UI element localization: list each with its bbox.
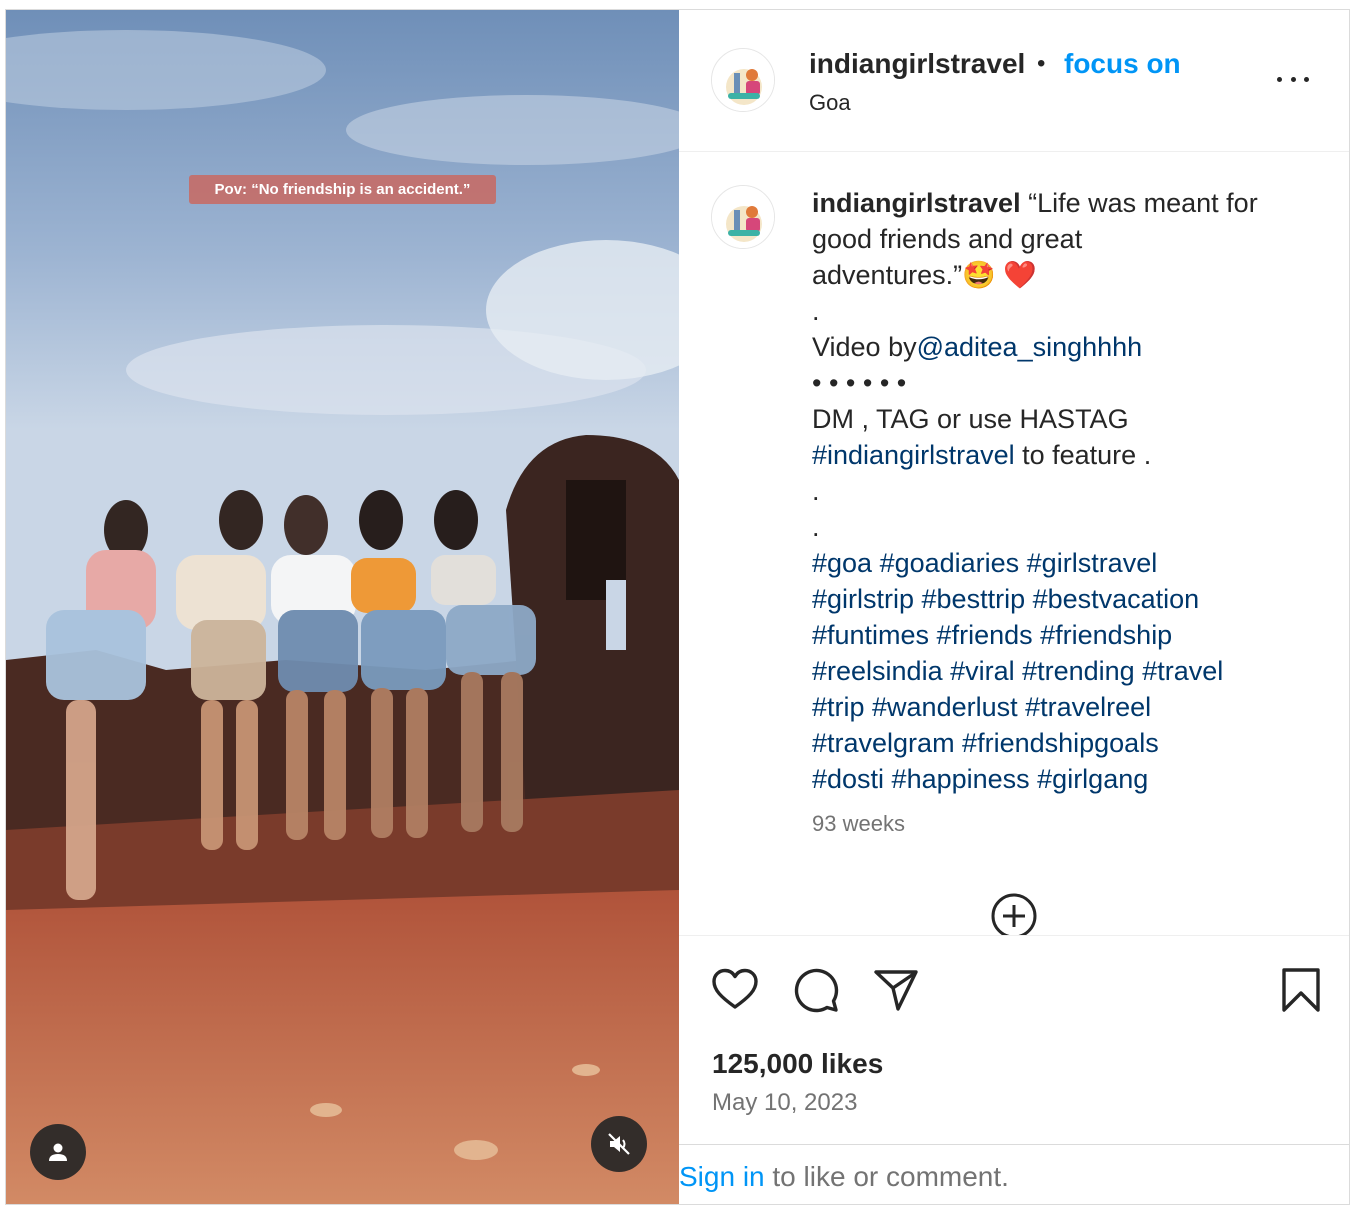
caption-avatar[interactable] <box>711 185 775 249</box>
login-prompt-text: to like or comment. <box>764 1161 1009 1192</box>
plus-circle-icon[interactable] <box>991 893 1037 935</box>
paper-plane-icon[interactable] <box>872 966 920 1014</box>
post-details-panel: indiangirlstravel • focus on Goa indiang… <box>679 10 1349 1204</box>
separator-dot: • <box>1037 50 1046 77</box>
sign-in-link[interactable]: Sign in <box>679 1161 765 1192</box>
caption-text: indiangirlstravel “Life was meant for go… <box>812 185 1312 797</box>
location-link[interactable]: Goa <box>809 90 851 116</box>
post-container: Pov: “No friendship is an accident.” ind… <box>5 9 1350 1205</box>
mute-toggle-button[interactable] <box>591 1116 647 1172</box>
login-prompt: Sign in to like or comment. <box>679 1144 1349 1204</box>
caption-line: “Life was meant for <box>1028 188 1258 218</box>
tagged-users-button[interactable] <box>30 1124 86 1180</box>
hashtag-link[interactable]: #indiangirlstravel <box>812 440 1015 470</box>
hashtag-line[interactable]: #trip #wanderlust #travelreel <box>812 689 1312 725</box>
bookmark-icon[interactable] <box>1277 966 1325 1014</box>
hashtag-line[interactable]: #funtimes #friends #friendship <box>812 617 1312 653</box>
mention-link[interactable]: @aditea_singhhhh <box>917 332 1143 362</box>
caption-line: good friends and great <box>812 224 1083 254</box>
emoji-icons: 🤩 ❤️ <box>962 260 1037 290</box>
travel-logo-avatar <box>712 49 774 111</box>
caption-section: indiangirlstravel “Life was meant for go… <box>679 153 1349 935</box>
hashtag-line[interactable]: #goa #goadiaries #girlstravel <box>812 545 1312 581</box>
hashtag-line[interactable]: #reelsindia #viral #trending #travel <box>812 653 1312 689</box>
hashtag-line[interactable]: #girlstrip #besttrip #bestvacation <box>812 581 1312 617</box>
comment-icon[interactable] <box>792 966 840 1014</box>
caption-line: adventures.” <box>812 260 963 290</box>
caption-username-link[interactable]: indiangirlstravel <box>812 188 1021 218</box>
caption-line: to feature . <box>1014 440 1152 470</box>
header-username-link[interactable]: indiangirlstravel <box>809 48 1025 80</box>
profile-avatar[interactable] <box>711 48 775 112</box>
caption-bullets: • • • • • • <box>812 368 907 398</box>
caption-relative-time: 93 weeks <box>812 811 905 836</box>
more-options-icon[interactable] <box>1271 64 1315 94</box>
caption-line: DM , TAG or use HASTAG <box>812 404 1129 434</box>
person-icon <box>49 1143 67 1161</box>
action-bar: 125,000 likes May 10, 2023 <box>679 935 1349 1150</box>
speaker-muted-icon <box>608 1133 630 1155</box>
hashtag-line[interactable]: #travelgram #friendshipgoals <box>812 725 1312 761</box>
post-date[interactable]: May 10, 2023 <box>712 1089 857 1117</box>
likes-count[interactable]: 125,000 likes <box>712 1048 883 1080</box>
heart-icon[interactable] <box>711 966 759 1014</box>
travel-logo-avatar <box>712 186 774 248</box>
hashtag-line[interactable]: #dosti #happiness #girlgang <box>812 761 1312 797</box>
caption-dot: . <box>812 296 820 326</box>
caption-credit: Video by <box>812 332 917 362</box>
post-header: indiangirlstravel • focus on Goa <box>679 10 1349 152</box>
caption-dot: . <box>812 476 820 506</box>
post-video[interactable]: Pov: “No friendship is an accident.” <box>6 10 679 1204</box>
video-text-overlay: Pov: “No friendship is an accident.” <box>189 175 496 204</box>
follow-button[interactable]: focus on <box>1064 48 1181 80</box>
caption-dot: . <box>812 512 820 542</box>
